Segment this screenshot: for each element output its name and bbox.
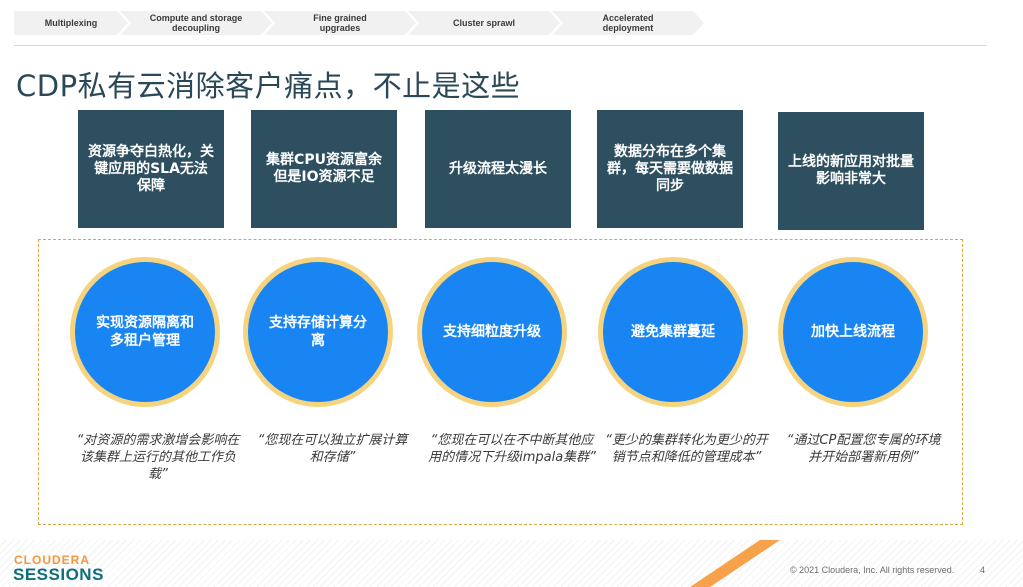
copyright-text: © 2021 Cloudera, Inc. All rights reserve… xyxy=(790,565,955,575)
breadcrumb-step-upgrades: Fine grained upgrades xyxy=(264,11,416,35)
solution-circle: 支持细粒度升级 xyxy=(417,257,567,407)
solution-circle: 避免集群蔓延 xyxy=(598,257,748,407)
solution-circle: 实现资源隔离和多租户管理 xyxy=(70,257,220,407)
pain-point-box: 上线的新应用对批量影响非常大 xyxy=(778,112,924,230)
customer-quote: “对资源的需求激增会影响在该集群上运行的其他工作负载” xyxy=(76,433,240,482)
pain-point-box: 集群CPU资源富余但是IO资源不足 xyxy=(251,110,397,228)
page-title: CDP私有云消除客户痛点，不止是这些 xyxy=(16,69,521,103)
customer-quote: “通过CP配置您专属的环境并开始部署新用例” xyxy=(786,433,941,465)
pain-point-box: 升级流程太漫长 xyxy=(425,110,571,228)
customer-quote: “更少的集群转化为更少的开销节点和降低的管理成本” xyxy=(605,433,768,465)
page-number: 4 xyxy=(980,565,986,575)
customer-quote: “您现在可以独立扩展计算和存储” xyxy=(257,433,408,465)
pain-point-box: 数据分布在多个集群，每天需要做数据同步 xyxy=(597,110,743,228)
solution-circle: 支持存储计算分离 xyxy=(243,257,393,407)
logo-sessions: SESSIONS xyxy=(13,565,104,584)
customer-quote: “您现在可以在不中断其他应用的情况下升级impala集群” xyxy=(428,433,596,465)
footer-band xyxy=(0,540,1023,587)
breadcrumb-step-multiplexing: Multiplexing xyxy=(14,11,128,35)
breadcrumb-step-deployment: Accelerated deployment xyxy=(552,11,704,35)
header-divider xyxy=(14,45,987,46)
breadcrumb-step-cluster-sprawl: Cluster sprawl xyxy=(408,11,560,35)
breadcrumb-step-compute-storage: Compute and storage decoupling xyxy=(120,11,272,35)
pain-point-box: 资源争夺白热化，关键应用的SLA无法保障 xyxy=(78,110,224,228)
solution-circle: 加快上线流程 xyxy=(778,257,928,407)
